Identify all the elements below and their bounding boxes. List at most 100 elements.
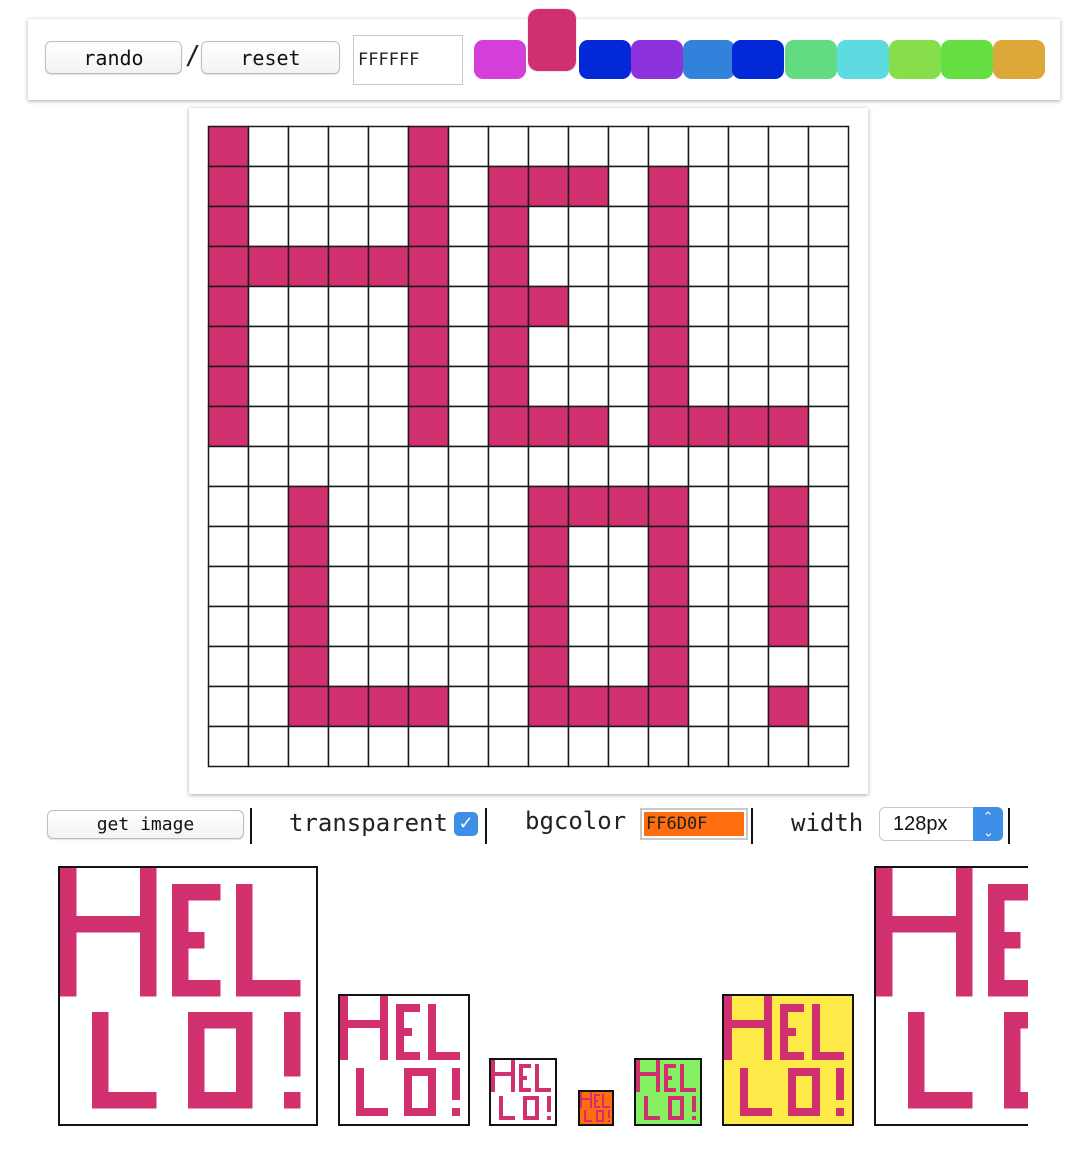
- pixel-cell-filled[interactable]: [287, 485, 330, 528]
- pixel-cell[interactable]: [447, 685, 490, 728]
- pixel-cell[interactable]: [687, 525, 730, 568]
- pixel-cell[interactable]: [567, 325, 610, 368]
- pixel-cell[interactable]: [447, 365, 490, 408]
- pixel-cell[interactable]: [327, 165, 370, 208]
- pixel-cell-filled[interactable]: [767, 485, 810, 528]
- pixel-cell[interactable]: [207, 685, 250, 728]
- color-swatch[interactable]: [941, 40, 993, 79]
- pixel-cell[interactable]: [447, 325, 490, 368]
- pixel-cell[interactable]: [247, 405, 290, 448]
- pixel-cell[interactable]: [367, 325, 410, 368]
- pixel-cell[interactable]: [807, 605, 850, 648]
- pixel-cell[interactable]: [247, 205, 290, 248]
- pixel-cell[interactable]: [807, 245, 850, 288]
- pixel-cell[interactable]: [247, 485, 290, 528]
- pixel-cell-filled[interactable]: [367, 685, 410, 728]
- pixel-cell-filled[interactable]: [407, 245, 450, 288]
- pixel-cell[interactable]: [447, 485, 490, 528]
- pixel-cell-filled[interactable]: [247, 245, 290, 288]
- pixel-cell[interactable]: [567, 205, 610, 248]
- pixel-cell[interactable]: [807, 365, 850, 408]
- pixel-cell[interactable]: [327, 565, 370, 608]
- pixel-cell[interactable]: [687, 645, 730, 688]
- pixel-cell-filled[interactable]: [647, 645, 690, 688]
- pixel-cell-filled[interactable]: [407, 685, 450, 728]
- pixel-cell[interactable]: [207, 725, 250, 768]
- pixel-cell[interactable]: [287, 365, 330, 408]
- pixel-cell[interactable]: [727, 725, 770, 768]
- pixel-cell[interactable]: [607, 565, 650, 608]
- pixel-cell[interactable]: [807, 285, 850, 328]
- pixel-cell-filled[interactable]: [767, 525, 810, 568]
- transparent-checkbox[interactable]: ✓: [454, 812, 478, 836]
- pixel-cell[interactable]: [727, 285, 770, 328]
- pixel-cell[interactable]: [727, 605, 770, 648]
- color-swatch[interactable]: [889, 40, 941, 79]
- pixel-cell[interactable]: [487, 725, 530, 768]
- pixel-cell[interactable]: [567, 605, 610, 648]
- color-swatch[interactable]: [528, 9, 576, 71]
- pixel-cell[interactable]: [247, 605, 290, 648]
- pixel-cell[interactable]: [567, 365, 610, 408]
- pixel-cell[interactable]: [487, 685, 530, 728]
- pixel-cell-filled[interactable]: [367, 245, 410, 288]
- pixel-cell-filled[interactable]: [527, 605, 570, 648]
- pixel-cell-filled[interactable]: [487, 365, 530, 408]
- pixel-cell-filled[interactable]: [527, 645, 570, 688]
- pixel-cell[interactable]: [327, 645, 370, 688]
- pixel-cell[interactable]: [487, 445, 530, 488]
- width-select[interactable]: 128px ⌃ ⌃: [879, 807, 1003, 841]
- pixel-cell[interactable]: [247, 285, 290, 328]
- reset-button[interactable]: reset: [201, 41, 340, 74]
- pixel-cell[interactable]: [247, 125, 290, 168]
- pixel-cell-filled[interactable]: [287, 685, 330, 728]
- pixel-cell[interactable]: [687, 685, 730, 728]
- pixel-cell[interactable]: [607, 645, 650, 688]
- pixel-cell-filled[interactable]: [647, 485, 690, 528]
- pixel-cell-filled[interactable]: [647, 605, 690, 648]
- pixel-cell-filled[interactable]: [647, 685, 690, 728]
- pixel-cell-filled[interactable]: [207, 125, 250, 168]
- pixel-cell-filled[interactable]: [487, 405, 530, 448]
- pixel-cell[interactable]: [367, 445, 410, 488]
- pixel-cell[interactable]: [567, 125, 610, 168]
- pixel-cell[interactable]: [807, 325, 850, 368]
- pixel-cell[interactable]: [367, 165, 410, 208]
- pixel-cell[interactable]: [687, 725, 730, 768]
- pixel-cell-filled[interactable]: [527, 285, 570, 328]
- pixel-cell-filled[interactable]: [287, 525, 330, 568]
- pixel-cell[interactable]: [247, 565, 290, 608]
- pixel-cell-filled[interactable]: [767, 685, 810, 728]
- pixel-cell-filled[interactable]: [207, 325, 250, 368]
- pixel-cell-filled[interactable]: [287, 605, 330, 648]
- pixel-cell[interactable]: [327, 605, 370, 648]
- pixel-cell[interactable]: [407, 525, 450, 568]
- pixel-cell-filled[interactable]: [527, 485, 570, 528]
- color-swatch[interactable]: [785, 40, 837, 79]
- pixel-cell-filled[interactable]: [767, 565, 810, 608]
- pixel-cell[interactable]: [727, 525, 770, 568]
- pixel-cell[interactable]: [287, 445, 330, 488]
- pixel-cell-filled[interactable]: [287, 645, 330, 688]
- get-image-button[interactable]: get image: [47, 810, 244, 839]
- pixel-cell[interactable]: [607, 325, 650, 368]
- pixel-cell-filled[interactable]: [687, 405, 730, 448]
- pixel-cell[interactable]: [247, 645, 290, 688]
- pixel-cell-filled[interactable]: [407, 405, 450, 448]
- pixel-cell-filled[interactable]: [767, 605, 810, 648]
- color-swatch[interactable]: [837, 40, 889, 79]
- pixel-cell[interactable]: [287, 165, 330, 208]
- pixel-cell[interactable]: [487, 525, 530, 568]
- pixel-cell-filled[interactable]: [207, 285, 250, 328]
- pixel-cell[interactable]: [567, 725, 610, 768]
- pixel-cell-filled[interactable]: [647, 325, 690, 368]
- pixel-cell[interactable]: [367, 485, 410, 528]
- pixel-cell-filled[interactable]: [727, 405, 770, 448]
- pixel-cell-filled[interactable]: [647, 365, 690, 408]
- pixel-cell[interactable]: [407, 565, 450, 608]
- pixel-cell[interactable]: [447, 565, 490, 608]
- pixel-cell[interactable]: [767, 125, 810, 168]
- pixel-cell[interactable]: [727, 165, 770, 208]
- pixel-cell-filled[interactable]: [567, 405, 610, 448]
- pixel-cell-filled[interactable]: [647, 245, 690, 288]
